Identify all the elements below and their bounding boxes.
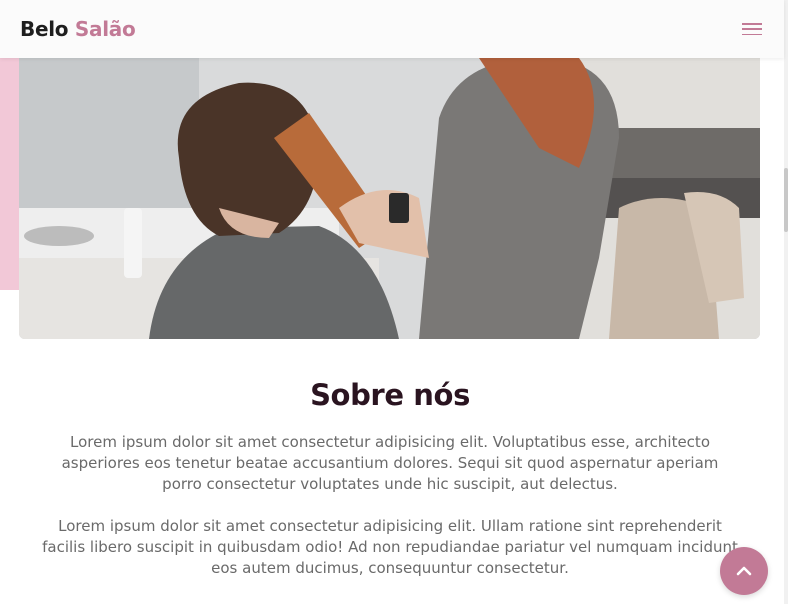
decorative-accent-block (0, 58, 19, 290)
brand-name-part2: Salão (74, 17, 136, 41)
menu-line (742, 28, 762, 30)
scrollbar-track[interactable] (784, 0, 788, 604)
brand-name-part1: Belo (20, 17, 69, 41)
site-header: Belo Salão (0, 0, 784, 58)
about-paragraph: Lorem ipsum dolor sit amet consectetur a… (42, 517, 738, 577)
back-to-top-button[interactable] (720, 547, 768, 595)
menu-line (742, 33, 762, 35)
menu-line (742, 23, 762, 25)
hero-image (19, 58, 760, 339)
salon-photo (19, 58, 760, 339)
about-title: Sobre nós (310, 378, 470, 412)
about-section: Sobre nós Lorem ipsum dolor sit amet con… (30, 378, 750, 600)
chevron-up-icon (736, 566, 752, 576)
scrollbar-thumb[interactable] (784, 168, 788, 232)
brand-logo[interactable]: Belo Salão (20, 17, 136, 41)
about-paragraph: Lorem ipsum dolor sit amet consectetur a… (61, 433, 719, 493)
hamburger-icon[interactable] (740, 20, 764, 38)
